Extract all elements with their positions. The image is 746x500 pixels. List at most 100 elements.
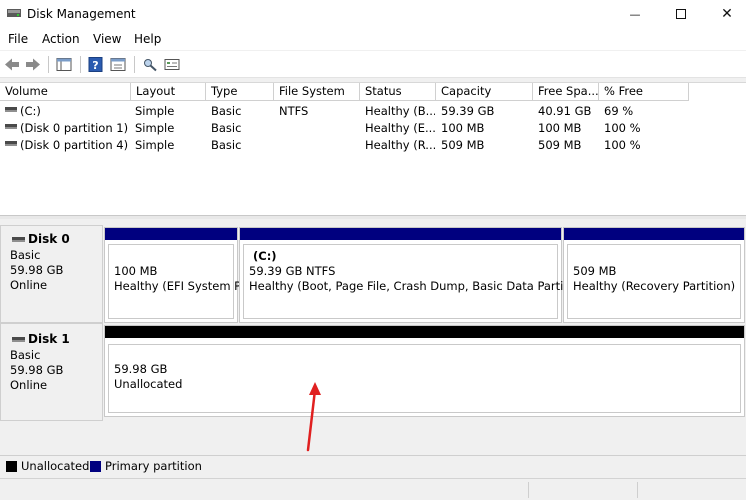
partition-status: Healthy (Recovery Partition) bbox=[573, 279, 736, 293]
column-header-file-system[interactable]: File System bbox=[274, 83, 360, 101]
disk-type: Basic bbox=[10, 248, 41, 262]
cell-capacity: 100 MB bbox=[441, 121, 485, 135]
rescan-icon[interactable] bbox=[142, 57, 158, 72]
cell-free-space: 100 MB bbox=[538, 121, 582, 135]
unallocated-bar bbox=[105, 326, 744, 338]
cell-percent-free: 100 % bbox=[604, 121, 641, 135]
cell-percent-free: 100 % bbox=[604, 138, 641, 152]
disk-status: Online bbox=[10, 378, 48, 392]
disk-size: 59.98 GB bbox=[10, 363, 64, 377]
cell-status: Healthy (R... bbox=[365, 138, 435, 152]
menu-view[interactable]: View bbox=[93, 32, 121, 46]
back-icon[interactable] bbox=[4, 57, 20, 72]
partition-size: 100 MB bbox=[114, 264, 158, 278]
disk-0-label[interactable]: Disk 0 Basic 59.98 GB Online bbox=[0, 225, 103, 323]
cell-capacity: 59.39 GB bbox=[441, 104, 495, 118]
column-header-capacity[interactable]: Capacity bbox=[436, 83, 533, 101]
settings-icon[interactable] bbox=[164, 57, 180, 72]
cell-layout: Simple bbox=[135, 121, 175, 135]
properties-icon[interactable] bbox=[110, 57, 126, 72]
minimize-icon: — bbox=[629, 8, 641, 21]
cell-capacity: 509 MB bbox=[441, 138, 485, 152]
column-header-status[interactable]: Status bbox=[360, 83, 436, 101]
cell-type: Basic bbox=[211, 104, 242, 118]
cell-volume: (C:) bbox=[20, 104, 41, 118]
maximize-button[interactable] bbox=[658, 0, 704, 28]
unallocated-swatch bbox=[6, 461, 17, 472]
help-icon[interactable]: ? bbox=[88, 57, 104, 72]
menu-file[interactable]: File bbox=[8, 32, 28, 46]
cell-percent-free: 69 % bbox=[604, 104, 634, 118]
disk-status: Online bbox=[10, 278, 48, 292]
column-header-layout[interactable]: Layout bbox=[131, 83, 206, 101]
volume-list: Volume Layout Type File System Status Ca… bbox=[0, 82, 746, 215]
graphical-disk-view: Disk 0 Basic 59.98 GB Online 100 MB Heal… bbox=[0, 219, 746, 454]
partition-body: 100 MB Healthy (EFI System Pa bbox=[108, 244, 248, 319]
partition-unallocated[interactable]: 59.98 GB Unallocated bbox=[104, 325, 745, 417]
partition-c-drive[interactable]: (C:) 59.39 GB NTFS Healthy (Boot, Page F… bbox=[239, 227, 585, 323]
disk-icon bbox=[12, 337, 25, 342]
disk-name: Disk 1 bbox=[28, 332, 70, 346]
close-button[interactable]: ✕ bbox=[704, 0, 746, 28]
partition-status: Healthy (Boot, Page File, Crash Dump, Ba… bbox=[249, 279, 586, 293]
column-header-free-space[interactable]: Free Spa... bbox=[533, 83, 599, 101]
partition-body: 59.98 GB Unallocated bbox=[108, 344, 741, 413]
close-icon: ✕ bbox=[721, 6, 733, 22]
maximize-icon bbox=[676, 9, 686, 19]
disk-size: 59.98 GB bbox=[10, 263, 64, 277]
window-title: Disk Management bbox=[27, 7, 136, 21]
cell-layout: Simple bbox=[135, 104, 175, 118]
toolbar-separator bbox=[48, 56, 49, 73]
toolbar: ? bbox=[0, 51, 746, 78]
primary-partition-bar bbox=[564, 228, 744, 240]
minimize-button[interactable]: — bbox=[612, 0, 658, 28]
svg-text:?: ? bbox=[92, 59, 98, 72]
cell-status: Healthy (B... bbox=[365, 104, 435, 118]
cell-free-space: 40.91 GB bbox=[538, 104, 592, 118]
cell-free-space: 509 MB bbox=[538, 138, 582, 152]
volume-icon bbox=[5, 124, 17, 129]
menu-bar: File Action View Help bbox=[0, 28, 746, 50]
partition-status: Healthy (EFI System Pa bbox=[114, 279, 248, 293]
forward-icon[interactable] bbox=[25, 57, 41, 72]
cell-type: Basic bbox=[211, 121, 242, 135]
status-bar bbox=[0, 478, 746, 500]
status-separator bbox=[637, 482, 638, 498]
menu-help[interactable]: Help bbox=[134, 32, 161, 46]
primary-partition-bar bbox=[105, 228, 237, 240]
menu-action[interactable]: Action bbox=[42, 32, 80, 46]
partition-recovery[interactable]: 509 MB Healthy (Recovery Partition) bbox=[563, 227, 745, 323]
primary-partition-bar bbox=[240, 228, 561, 240]
legend-unallocated: Unallocated bbox=[21, 459, 90, 473]
cell-layout: Simple bbox=[135, 138, 175, 152]
volume-icon bbox=[5, 141, 17, 146]
disk-name: Disk 0 bbox=[28, 232, 70, 246]
primary-partition-swatch bbox=[90, 461, 101, 472]
disk-1-label[interactable]: Disk 1 Basic 59.98 GB Online bbox=[0, 323, 103, 421]
cell-file-system bbox=[279, 120, 359, 136]
cell-volume: (Disk 0 partition 4) bbox=[20, 138, 129, 152]
partition-label: (C:) bbox=[253, 249, 277, 263]
column-header-type[interactable]: Type bbox=[206, 83, 274, 101]
disk-management-app-icon bbox=[7, 9, 21, 17]
column-header-percent-free[interactable]: % Free bbox=[599, 83, 689, 101]
column-header-volume[interactable]: Volume bbox=[0, 83, 131, 101]
partition-status: Unallocated bbox=[114, 377, 183, 391]
status-separator bbox=[528, 482, 529, 498]
console-tree-icon[interactable] bbox=[56, 57, 72, 72]
legend-primary-partition: Primary partition bbox=[105, 459, 202, 473]
title-bar: Disk Management — ✕ bbox=[0, 0, 746, 28]
volume-icon bbox=[5, 107, 17, 112]
partition-body: 509 MB Healthy (Recovery Partition) bbox=[567, 244, 741, 319]
cell-file-system: NTFS bbox=[279, 104, 309, 118]
cell-file-system bbox=[279, 137, 359, 153]
disk-type: Basic bbox=[10, 348, 41, 362]
disk-icon bbox=[12, 237, 25, 242]
legend: Unallocated Primary partition bbox=[0, 455, 746, 477]
partition-body: (C:) 59.39 GB NTFS Healthy (Boot, Page F… bbox=[243, 244, 585, 319]
partition-efi[interactable]: 100 MB Healthy (EFI System Pa bbox=[104, 227, 248, 323]
annotation-arrow-icon bbox=[306, 382, 321, 452]
partition-size: 59.98 GB bbox=[114, 362, 168, 376]
toolbar-separator bbox=[80, 56, 81, 73]
cell-type: Basic bbox=[211, 138, 242, 152]
